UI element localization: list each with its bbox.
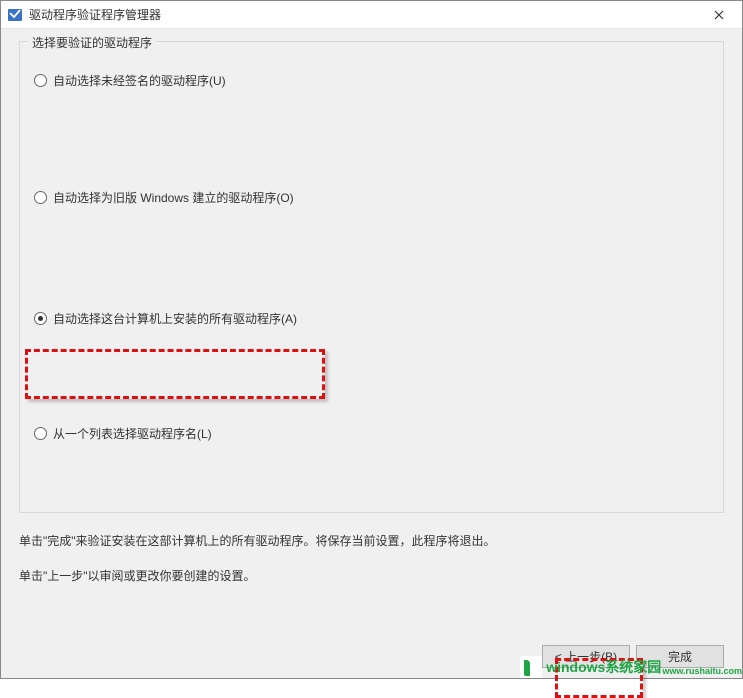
app-icon xyxy=(7,7,23,23)
radio-select-from-list[interactable]: 从一个列表选择驱动程序名(L) xyxy=(34,423,709,444)
group-legend: 选择要验证的驱动程序 xyxy=(28,34,156,51)
radio-label: 自动选择这台计算机上安装的所有驱动程序(A) xyxy=(53,310,297,327)
radio-icon xyxy=(34,427,47,440)
titlebar: 驱动程序验证程序管理器 xyxy=(1,1,742,29)
radio-label: 自动选择为旧版 Windows 建立的驱动程序(O) xyxy=(53,189,294,206)
back-button[interactable]: < 上一步(B) xyxy=(542,645,630,668)
radio-unsigned-drivers[interactable]: 自动选择未经签名的驱动程序(U) xyxy=(34,70,709,91)
radio-label: 自动选择未经签名的驱动程序(U) xyxy=(53,72,226,89)
watermark-logo-icon xyxy=(520,656,542,678)
window-title: 驱动程序验证程序管理器 xyxy=(29,6,702,23)
driver-select-group: 选择要验证的驱动程序 自动选择未经签名的驱动程序(U) 自动选择为旧版 Wind… xyxy=(19,41,724,513)
radio-old-windows-drivers[interactable]: 自动选择为旧版 Windows 建立的驱动程序(O) xyxy=(34,187,709,208)
radio-all-installed-drivers[interactable]: 自动选择这台计算机上安装的所有驱动程序(A) xyxy=(34,308,709,329)
radio-label: 从一个列表选择驱动程序名(L) xyxy=(53,425,212,442)
close-button[interactable] xyxy=(702,4,736,26)
radio-icon xyxy=(34,74,47,87)
button-row: < 上一步(B) 完成 xyxy=(542,645,724,668)
radio-icon xyxy=(34,191,47,204)
finish-button[interactable]: 完成 xyxy=(636,645,724,668)
radio-icon xyxy=(34,312,47,325)
description-line-2: 单击"上一步"以审阅或更改你要创建的设置。 xyxy=(19,568,724,585)
description-line-1: 单击"完成"来验证安装在这部计算机上的所有驱动程序。将保存当前设置，此程序将退出… xyxy=(19,533,724,550)
content-area: 选择要验证的驱动程序 自动选择未经签名的驱动程序(U) 自动选择为旧版 Wind… xyxy=(1,29,742,678)
